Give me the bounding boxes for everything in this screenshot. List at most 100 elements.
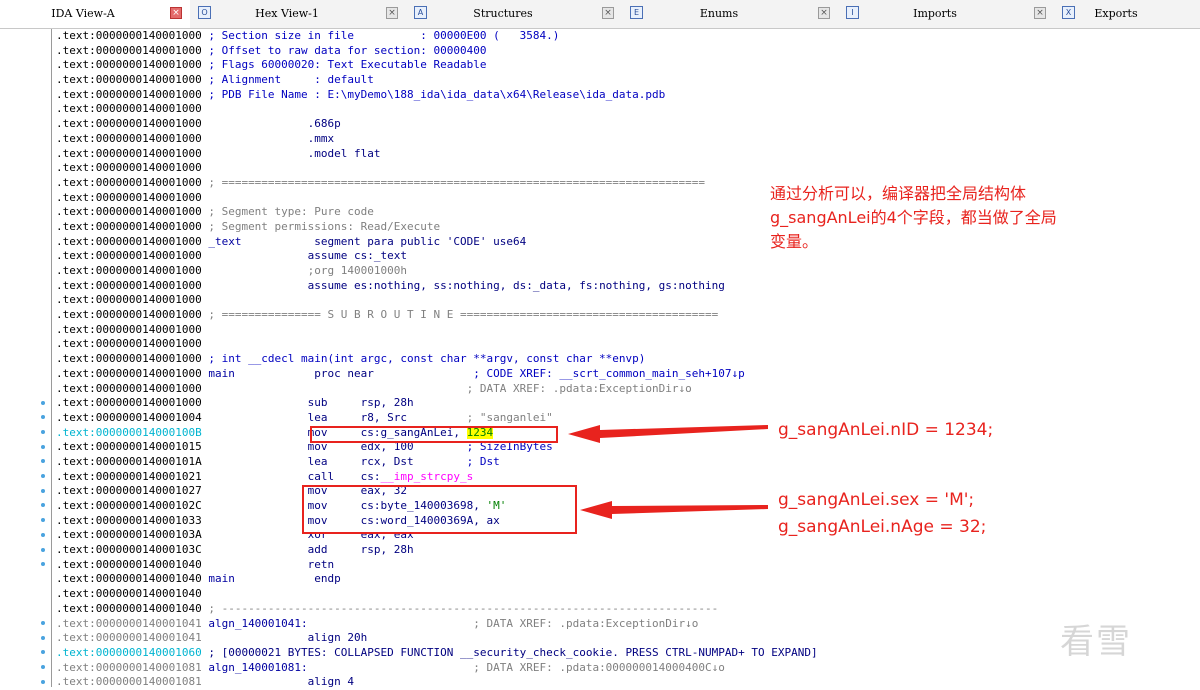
breakpoint-dot-icon[interactable] — [41, 518, 45, 523]
listing-line[interactable]: .text:0000000140001000 main proc near ; … — [56, 367, 1196, 382]
listing-line[interactable]: .text:0000000140001040 — [56, 587, 1196, 602]
tab-ida-view-a[interactable]: IDA View-A × — [0, 0, 190, 28]
listing-line[interactable]: .text:0000000140001081 align 4 — [56, 675, 1196, 690]
operand[interactable]: eax, eax — [361, 528, 414, 541]
operand[interactable]: .686p — [308, 117, 341, 130]
listing-line[interactable]: .text:0000000140001000 ; PDB File Name :… — [56, 88, 1196, 103]
code-label[interactable]: main — [208, 572, 314, 585]
listing-line[interactable]: .text:0000000140001004 lea r8, Src ; "sa… — [56, 411, 1196, 426]
comment[interactable]: ; Segment type: Pure code — [208, 205, 374, 218]
operand[interactable]: cs:g_sangAnLei, — [361, 426, 467, 439]
close-icon[interactable]: × — [818, 7, 830, 19]
breakpoint-dot-icon[interactable] — [41, 635, 45, 640]
listing-line[interactable]: .text:0000000140001000 — [56, 323, 1196, 338]
comment[interactable]: ; Alignment : default — [208, 73, 374, 86]
listing-line[interactable]: .text:000000014000101A lea rcx, Dst ; Ds… — [56, 455, 1196, 470]
listing-line[interactable]: .text:0000000140001040 retn — [56, 558, 1196, 573]
operand[interactable]: align 20h — [308, 631, 368, 644]
close-icon[interactable]: × — [386, 7, 398, 19]
operand[interactable]: rsp, 28h — [361, 543, 414, 556]
operand[interactable]: assume es:nothing, ss:nothing, ds:_data,… — [308, 279, 725, 292]
listing-line[interactable]: .text:0000000140001000 — [56, 102, 1196, 117]
listing-line[interactable]: .text:000000014000100B mov cs:g_sangAnLe… — [56, 425, 1196, 441]
operand[interactable]: edx, 100 — [361, 440, 467, 453]
comment[interactable]: ; Section size in file : 00000E00 ( 3584… — [208, 29, 559, 42]
highlighted-value[interactable]: 1234 — [466, 425, 494, 439]
operand[interactable]: assume cs:_text — [308, 249, 407, 262]
operand[interactable]: align 4 — [308, 675, 354, 688]
operand[interactable]: ; [00000021 BYTES: COLLAPSED FUNCTION __… — [208, 646, 817, 659]
comment[interactable]: ;org 140001000h — [308, 264, 407, 277]
listing-line[interactable]: .text:0000000140001041 algn_140001041: ;… — [56, 617, 1196, 632]
breakpoint-dot-icon[interactable] — [41, 679, 45, 684]
listing-line[interactable]: .text:0000000140001040 main endp — [56, 572, 1196, 587]
breakpoint-dot-icon[interactable] — [41, 547, 45, 552]
listing-line[interactable]: .text:0000000140001000 ; Section size in… — [56, 29, 1196, 44]
breakpoint-dot-icon[interactable] — [41, 474, 45, 478]
operand[interactable]: cs: — [361, 470, 381, 483]
breakpoint-dot-icon[interactable] — [41, 532, 45, 537]
listing-line[interactable]: .text:000000014000103C add rsp, 28h — [56, 543, 1196, 558]
operand[interactable]: cs:byte_140003698, — [361, 499, 487, 512]
code-label[interactable]: _text — [208, 235, 314, 248]
listing-line[interactable]: .text:0000000140001000 .mmx — [56, 132, 1196, 147]
mnemonic[interactable]: mov — [308, 440, 361, 453]
operand[interactable]: rcx, Dst — [361, 455, 467, 468]
mnemonic[interactable]: call — [308, 470, 361, 483]
mnemonic[interactable]: mov — [308, 426, 361, 439]
mnemonic[interactable]: mov — [308, 514, 361, 527]
comment[interactable]: ; ======================================… — [208, 176, 705, 189]
operand[interactable]: .mmx — [308, 132, 335, 145]
listing-line[interactable]: .text:0000000140001000 ; Alignment : def… — [56, 73, 1196, 88]
comment[interactable]: ; DATA XREF: .pdata:ExceptionDir↓o — [473, 617, 698, 630]
breakpoint-dot-icon[interactable] — [41, 400, 45, 405]
breakpoint-dot-icon[interactable] — [41, 488, 45, 493]
disassembly-listing[interactable]: .text:0000000140001000 ; Section size in… — [56, 29, 1196, 690]
comment[interactable]: ; --------------------------------------… — [208, 602, 718, 615]
close-icon[interactable]: × — [602, 7, 614, 19]
listing-line[interactable]: .text:0000000140001000 ; int __cdecl mai… — [56, 352, 1196, 367]
listing-line[interactable]: .text:0000000140001000 — [56, 293, 1196, 308]
comment[interactable]: ; "sanganlei" — [467, 411, 553, 424]
listing-line[interactable]: .text:0000000140001000 ; DATA XREF: .pda… — [56, 382, 1196, 397]
tab-imports[interactable]: I Imports × — [840, 0, 1054, 28]
comment[interactable]: ; SizeInBytes — [467, 440, 553, 453]
listing-line[interactable]: .text:0000000140001000 ; Offset to raw d… — [56, 44, 1196, 59]
operand[interactable]: r8, Src — [361, 411, 467, 424]
import-name[interactable]: __imp_strcpy_s — [381, 470, 474, 483]
listing-line[interactable]: .text:0000000140001000 .model flat — [56, 147, 1196, 162]
comment[interactable]: ; Flags 60000020: Text Executable Readab… — [208, 58, 486, 71]
listing-line[interactable]: .text:000000014000102C mov cs:byte_14000… — [56, 499, 1196, 514]
listing-line[interactable]: .text:0000000140001021 call cs:__imp_str… — [56, 470, 1196, 485]
listing-line[interactable]: .text:000000014000103A xor eax, eax — [56, 528, 1196, 543]
listing-line[interactable]: .text:0000000140001000 — [56, 161, 1196, 176]
listing-line[interactable]: .text:0000000140001033 mov cs:word_14000… — [56, 514, 1196, 529]
mnemonic[interactable]: lea — [308, 411, 361, 424]
listing-line[interactable]: .text:0000000140001015 mov edx, 100 ; Si… — [56, 440, 1196, 455]
operand[interactable]: segment para public 'CODE' use64 — [314, 235, 526, 248]
listing-line[interactable]: .text:0000000140001040 ; ---------------… — [56, 602, 1196, 617]
listing-line[interactable]: .text:0000000140001000 ; Flags 60000020:… — [56, 58, 1196, 73]
mnemonic[interactable]: sub — [308, 396, 361, 409]
mnemonic[interactable]: retn — [308, 558, 335, 571]
comment[interactable]: ; DATA XREF: .pdata:ExceptionDir↓o — [467, 382, 692, 395]
listing-line[interactable]: .text:0000000140001081 algn_140001081: ;… — [56, 661, 1196, 676]
mnemonic[interactable]: mov — [308, 499, 361, 512]
listing-line[interactable]: .text:0000000140001000 ;org 140001000h — [56, 264, 1196, 279]
breakpoint-dot-icon[interactable] — [41, 665, 45, 670]
operand[interactable]: endp — [314, 572, 341, 585]
tab-hex-view-1[interactable]: O Hex View-1 × — [192, 0, 406, 28]
listing-line[interactable]: .text:0000000140001041 align 20h — [56, 631, 1196, 646]
tab-exports[interactable]: X Exports — [1056, 0, 1200, 28]
comment[interactable]: ; Segment permissions: Read/Execute — [208, 220, 440, 233]
breakpoint-dot-icon[interactable] — [41, 415, 45, 420]
comment[interactable]: ; CODE XREF: __scrt_common_main_seh+107↓… — [473, 367, 745, 380]
operand[interactable]: proc near — [314, 367, 473, 380]
operand[interactable]: rsp, 28h — [361, 396, 414, 409]
comment[interactable]: ; int __cdecl main(int argc, const char … — [208, 352, 645, 365]
breakpoint-dot-icon[interactable] — [41, 444, 45, 449]
listing-line[interactable]: .text:0000000140001000 — [56, 337, 1196, 352]
mnemonic[interactable]: mov — [308, 484, 361, 497]
comment[interactable]: ; Dst — [467, 455, 500, 468]
mnemonic[interactable]: add — [308, 543, 361, 556]
